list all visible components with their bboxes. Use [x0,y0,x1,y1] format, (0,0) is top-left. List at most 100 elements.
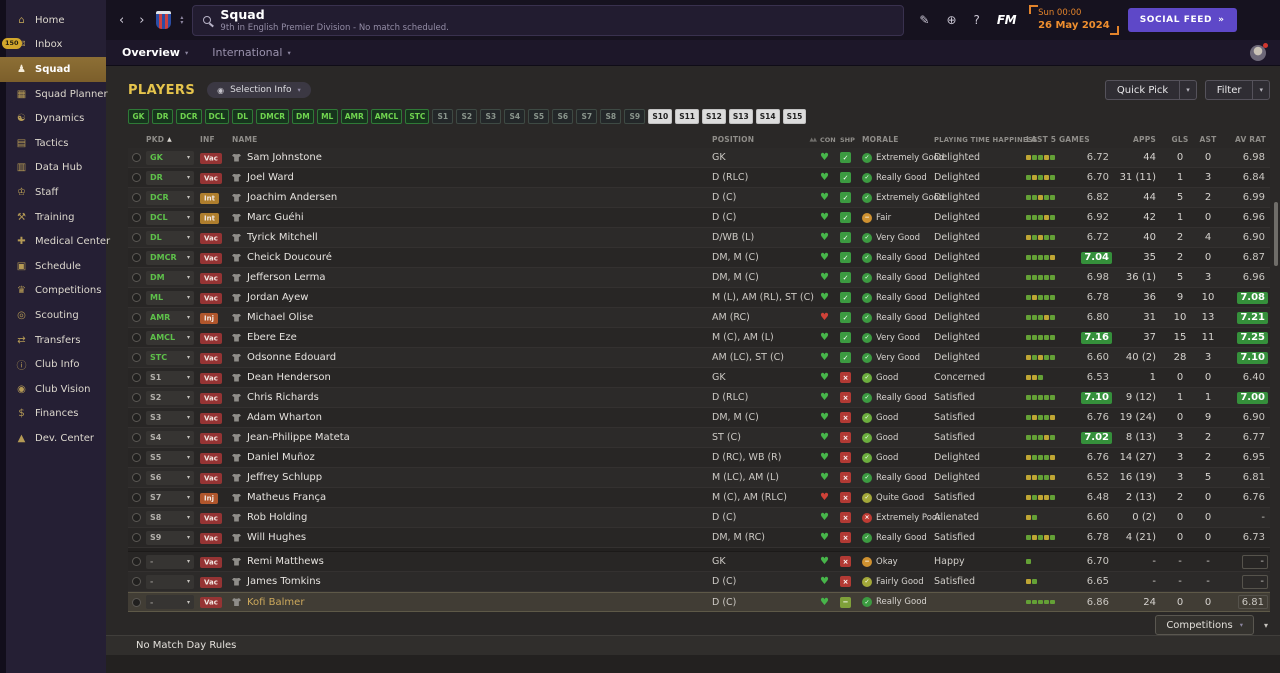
selection-slot-s2[interactable]: S2 [456,109,477,124]
picked-position-dropdown[interactable]: GK▾ [146,151,200,165]
col-morale[interactable]: MORALE [862,135,934,144]
social-feed-button[interactable]: SOCIAL FEED » [1128,8,1237,32]
quick-pick-button[interactable]: Quick Pick ▾ [1105,80,1197,100]
player-row[interactable]: -▾VacJames TomkinsD (C)♥×✓Fairly GoodSat… [128,572,1270,592]
selection-slot-dl[interactable]: DL [232,109,253,124]
picked-position-dropdown[interactable]: S7▾ [146,491,200,505]
selection-slot-s8[interactable]: S8 [600,109,621,124]
club-switcher[interactable]: ▴ ▾ [180,15,183,26]
picked-position-dropdown[interactable]: AMCL▾ [146,331,200,345]
player-name[interactable]: Ebere Eze [232,332,712,343]
vertical-scrollbar[interactable] [1274,202,1278,266]
row-select-radio[interactable] [128,413,146,422]
col-shp[interactable]: SHP [840,136,862,144]
sidebar-item-schedule[interactable]: ▣Schedule [0,254,106,279]
sidebar-item-club-vision[interactable]: ◉Club Vision [0,377,106,402]
selection-slot-s1[interactable]: S1 [432,109,453,124]
player-name[interactable]: Joachim Andersen [232,192,712,203]
player-row[interactable]: S7▾InjMatheus FrançaM (C), AM (RLC)♥×✓Qu… [128,488,1270,508]
collapse-chevron[interactable]: ▾ [1264,621,1268,630]
tab-international[interactable]: International▾ [212,46,290,59]
picked-position-dropdown[interactable]: DR▾ [146,171,200,185]
sidebar-item-staff[interactable]: ♔Staff [0,180,106,205]
sidebar-item-competitions[interactable]: ♛Competitions [0,279,106,304]
row-select-radio[interactable] [128,533,146,542]
picked-position-dropdown[interactable]: S9▾ [146,531,200,545]
player-name[interactable]: Jeffrey Schlupp [232,472,712,483]
player-row[interactable]: S8▾VacRob HoldingD (C)♥××Extremely PoorA… [128,508,1270,528]
selection-slot-s11[interactable]: S11 [675,109,699,124]
player-row[interactable]: STC▾VacOdsonne EdouardAM (LC), ST (C)♥✓✓… [128,348,1270,368]
selection-slot-s3[interactable]: S3 [480,109,501,124]
player-name[interactable]: Kofi Balmer [232,597,712,608]
back-button[interactable]: ‹ [116,13,127,28]
selection-slot-dcr[interactable]: DCR [176,109,202,124]
col-av-rat[interactable]: AV RAT [1222,135,1270,144]
player-row[interactable]: S3▾VacAdam WhartonDM, M (C)♥×✓GoodSatisf… [128,408,1270,428]
picked-position-dropdown[interactable]: DL▾ [146,231,200,245]
manager-avatar[interactable] [1250,45,1266,61]
player-name[interactable]: Dean Henderson [232,372,712,383]
player-name[interactable]: Odsonne Edouard [232,352,712,363]
selection-slot-dr[interactable]: DR [152,109,173,124]
picked-position-dropdown[interactable]: ML▾ [146,291,200,305]
col-apps[interactable]: APPS [1114,135,1166,144]
player-name[interactable]: Jordan Ayew [232,292,712,303]
player-row[interactable]: S6▾VacJeffrey SchluppM (LC), AM (L)♥×✓Re… [128,468,1270,488]
sidebar-item-squad[interactable]: ♟Squad [0,57,106,82]
forward-button[interactable]: › [136,13,147,28]
screen-title-search[interactable]: Squad 9th in English Premier Division - … [192,5,904,36]
player-name[interactable]: Jefferson Lerma [232,272,712,283]
row-select-radio[interactable] [128,193,146,202]
selection-slot-s12[interactable]: S12 [702,109,726,124]
club-crest[interactable] [156,11,171,29]
player-name[interactable]: Cheick Doucouré [232,252,712,263]
chevron-down-icon[interactable]: ▾ [1252,80,1270,100]
sidebar-item-finances[interactable]: $Finances [0,402,106,427]
selection-slot-s4[interactable]: S4 [504,109,525,124]
row-select-radio[interactable] [128,353,146,362]
selection-slot-dm[interactable]: DM [292,109,314,124]
player-name[interactable]: Joel Ward [232,172,712,183]
col-con[interactable]: CON [820,136,840,144]
selection-slot-s5[interactable]: S5 [528,109,549,124]
row-select-radio[interactable] [128,273,146,282]
player-row[interactable]: GK▾VacSam JohnstoneGK♥✓✓Extremely GoodDe… [128,148,1270,168]
player-row[interactable]: AMR▾InjMichael OliseAM (RC)♥✓✓Really Goo… [128,308,1270,328]
picked-position-dropdown[interactable]: S5▾ [146,451,200,465]
picked-position-dropdown[interactable]: -▾ [146,575,200,589]
col-position[interactable]: POSITION▲▲ [712,135,820,144]
player-row[interactable]: DMCR▾VacCheick DoucouréDM, M (C)♥✓✓Reall… [128,248,1270,268]
player-name[interactable]: Daniel Muñoz [232,452,712,463]
picked-position-dropdown[interactable]: -▾ [146,555,200,569]
player-name[interactable]: Remi Matthews [232,556,712,567]
player-name[interactable]: Adam Wharton [232,412,712,423]
picked-position-dropdown[interactable]: S2▾ [146,391,200,405]
player-row[interactable]: AMCL▾VacEbere EzeM (C), AM (L)♥✓✓Very Go… [128,328,1270,348]
sidebar-item-training[interactable]: ⚒Training [0,205,106,230]
selection-slot-dmcr[interactable]: DMCR [256,109,289,124]
selection-slot-amr[interactable]: AMR [341,109,368,124]
edit-pencil-icon[interactable]: ✎ [919,13,929,27]
picked-position-dropdown[interactable]: DM▾ [146,271,200,285]
sidebar-item-club-info[interactable]: ⓘClub Info [0,352,106,377]
row-select-radio[interactable] [128,433,146,442]
row-select-radio[interactable] [128,313,146,322]
player-row[interactable]: DL▾VacTyrick MitchellD/WB (L)♥✓✓Very Goo… [128,228,1270,248]
selection-slot-s7[interactable]: S7 [576,109,597,124]
player-name[interactable]: Jean-Philippe Mateta [232,432,712,443]
world-icon[interactable]: ⊕ [946,13,956,27]
competitions-dropdown[interactable]: Competitions ▾ [1155,615,1254,635]
picked-position-dropdown[interactable]: DCL▾ [146,211,200,225]
sidebar-item-transfers[interactable]: ⇄Transfers [0,328,106,353]
player-row[interactable]: DM▾VacJefferson LermaDM, M (C)♥✓✓Really … [128,268,1270,288]
player-name[interactable]: James Tomkins [232,576,712,587]
row-select-radio[interactable] [128,293,146,302]
picked-position-dropdown[interactable]: S3▾ [146,411,200,425]
sidebar-item-medical-center[interactable]: ✚Medical Center [0,229,106,254]
picked-position-dropdown[interactable]: DCR▾ [146,191,200,205]
player-name[interactable]: Will Hughes [232,532,712,543]
col-gls[interactable]: GLS [1166,135,1194,144]
player-name[interactable]: Michael Olise [232,312,712,323]
row-select-radio[interactable] [128,253,146,262]
